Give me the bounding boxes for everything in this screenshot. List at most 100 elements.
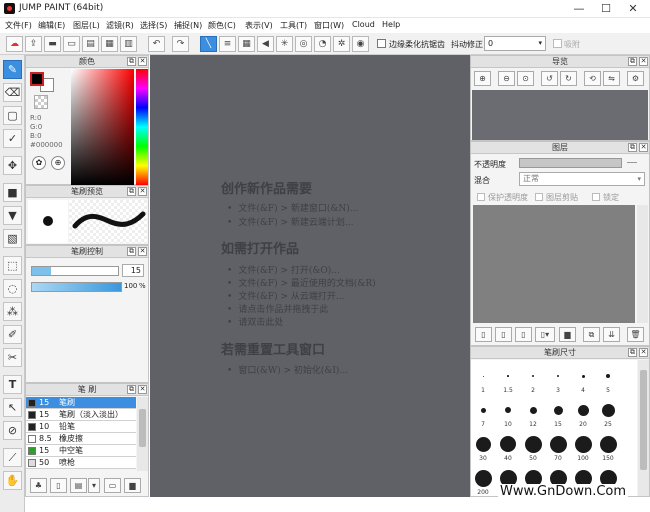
panel-close-icon[interactable]: ✕ — [639, 143, 648, 152]
brush-item-hollow-pen[interactable]: 15 中空笔 — [26, 445, 136, 457]
undo-icon[interactable]: ↶ — [148, 36, 165, 52]
snap-radial-icon[interactable]: ✳ — [276, 36, 293, 52]
operation-tool-icon[interactable]: ↖ — [3, 398, 22, 417]
panel-restore-icon[interactable]: ⧉ — [127, 385, 136, 394]
new-layer-1bit-icon[interactable]: ▯ — [515, 327, 532, 342]
fill-rect-tool-icon[interactable]: ■ — [3, 183, 22, 202]
check-tool-icon[interactable]: ✓ — [3, 129, 22, 148]
upload-icon[interactable]: ⇪ — [25, 36, 42, 52]
navigator-settings-icon[interactable]: ⚙ — [627, 71, 644, 86]
brush-size-dot[interactable] — [532, 375, 534, 377]
layer-list-scrollbar[interactable] — [637, 205, 648, 323]
panel-close-icon[interactable]: ✕ — [138, 247, 147, 256]
menu-color[interactable]: 颜色(C) — [208, 20, 236, 31]
scrollbar-thumb[interactable] — [640, 370, 647, 470]
blend-mode-select[interactable]: 正常 ▾ — [519, 172, 645, 186]
scrollbar-thumb[interactable] — [139, 409, 146, 447]
eraser-tool-icon[interactable]: ⌫ — [3, 83, 22, 102]
brush-size-scrollbar[interactable] — [638, 360, 649, 496]
brush-size-dot[interactable] — [574, 435, 592, 453]
navigator-preview[interactable] — [472, 90, 648, 140]
menu-snap[interactable]: 捕捉(N) — [174, 20, 202, 31]
comment-icon[interactable]: ▬ — [44, 36, 61, 52]
menu-layer[interactable]: 图层(L) — [73, 20, 100, 31]
brush-size-dot[interactable] — [505, 407, 511, 413]
brush-size-dot[interactable] — [577, 404, 589, 416]
line-tool-icon[interactable]: ⟋ — [3, 448, 22, 467]
move-tool-icon[interactable]: ✥ — [3, 156, 22, 175]
brush-item-brush[interactable]: 15 笔刷 — [26, 397, 136, 409]
snap-grid-icon[interactable]: ▦ — [238, 36, 255, 52]
brush-size-slider[interactable] — [31, 266, 119, 276]
panel-restore-icon[interactable]: ⧉ — [127, 57, 136, 66]
new-layer-8bit-icon[interactable]: ▯ — [495, 327, 512, 342]
chevron-down-icon[interactable]: ▾ — [88, 478, 100, 493]
lasso-tool-icon[interactable]: ◌ — [3, 279, 22, 298]
color-picker-icon[interactable]: ⊕ — [51, 156, 65, 170]
snap-circle-icon[interactable]: ◎ — [295, 36, 312, 52]
new-layer-icon[interactable]: ▯ — [475, 327, 492, 342]
maximize-button[interactable]: ☐ — [593, 0, 619, 18]
rect-select-tool-icon[interactable]: ▢ — [3, 106, 22, 125]
panel-restore-icon[interactable]: ⧉ — [628, 143, 637, 152]
eyedropper-tool-icon[interactable]: ⊘ — [3, 421, 22, 440]
snap-vanish-icon[interactable]: ◀ — [257, 36, 274, 52]
gradient-tool-icon[interactable]: ▧ — [3, 229, 22, 248]
menu-view[interactable]: 表示(V) — [245, 20, 273, 31]
foreground-color-swatch[interactable] — [30, 72, 44, 86]
text-tool-icon[interactable]: T — [3, 375, 22, 394]
menu-file[interactable]: 文件(F) — [5, 20, 32, 31]
panel-restore-icon[interactable]: ⧉ — [628, 57, 637, 66]
panel-close-icon[interactable]: ✕ — [138, 57, 147, 66]
snap-parallel-icon[interactable]: ≡ — [219, 36, 236, 52]
brush-size-dot[interactable] — [606, 374, 610, 378]
select-eraser-tool-icon[interactable]: ✂ — [3, 348, 22, 367]
redo-icon[interactable]: ↷ — [172, 36, 189, 52]
brush-opacity-slider[interactable] — [31, 282, 122, 292]
brush-size-dot[interactable] — [507, 375, 509, 377]
pen-tool-icon[interactable]: ✎ — [3, 60, 22, 79]
snap-off-icon[interactable]: ╲ — [200, 36, 217, 52]
copy-layer-icon[interactable]: ⧉ — [583, 327, 600, 342]
cloud-icon[interactable]: ☁ — [6, 36, 23, 52]
brush-item-fade-brush[interactable]: 15 笔刷（淡入淡出） — [26, 409, 136, 421]
brush-size-dot[interactable] — [529, 406, 537, 414]
layer-type-dropdown-icon[interactable]: ▯▾ — [535, 327, 555, 342]
rotate-right-icon[interactable]: ↻ — [560, 71, 577, 86]
snap-curve-icon[interactable]: ◔ — [314, 36, 331, 52]
snap-concentric-icon[interactable]: ◉ — [352, 36, 369, 52]
brush-item-pencil[interactable]: 10 铅笔 — [26, 421, 136, 433]
brush-size-dot[interactable] — [601, 403, 615, 417]
flip-icon[interactable]: ⇋ — [603, 71, 620, 86]
menu-tools[interactable]: 工具(T) — [280, 20, 307, 31]
panel-close-icon[interactable]: ✕ — [138, 385, 147, 394]
menu-window[interactable]: 窗口(W) — [314, 20, 344, 31]
panel-restore-icon[interactable]: ⧉ — [127, 187, 136, 196]
layer-list[interactable] — [473, 205, 635, 323]
brush-size-value[interactable]: 15 — [122, 264, 144, 277]
brush-settings-icon[interactable]: ▤ — [70, 478, 87, 493]
clipping-checkbox[interactable] — [535, 193, 543, 201]
rotate-reset-icon[interactable]: ⟲ — [584, 71, 601, 86]
zoom-in-icon[interactable]: ⊕ — [474, 71, 491, 86]
brush-size-dot[interactable] — [549, 435, 567, 453]
brush-list-scrollbar[interactable] — [137, 397, 148, 471]
message-icon[interactable]: ▭ — [63, 36, 80, 52]
brush-size-dot[interactable] — [556, 374, 560, 378]
layer-folder-icon[interactable]: ▆ — [559, 327, 576, 342]
table-icon[interactable]: ▥ — [120, 36, 137, 52]
brush-size-dot[interactable] — [480, 407, 486, 413]
zoom-fit-icon[interactable]: ⊙ — [517, 71, 534, 86]
brush-item-eraser[interactable]: 8.5 橡皮擦 — [26, 433, 136, 445]
bucket-tool-icon[interactable]: ▼ — [3, 206, 22, 225]
select-pen-tool-icon[interactable]: ✐ — [3, 325, 22, 344]
panel-restore-icon[interactable]: ⧉ — [127, 247, 136, 256]
lock-checkbox[interactable] — [592, 193, 600, 201]
new-brush-icon[interactable]: ▯ — [50, 478, 67, 493]
copy-brush-icon[interactable]: ▭ — [104, 478, 121, 493]
brush-size-dot[interactable] — [524, 435, 542, 453]
snap-ellipse-icon[interactable]: ✲ — [333, 36, 350, 52]
minimize-button[interactable]: — — [566, 0, 592, 18]
layer-opacity-slider[interactable] — [519, 158, 622, 168]
hand-tool-icon[interactable]: ✋ — [3, 471, 22, 490]
